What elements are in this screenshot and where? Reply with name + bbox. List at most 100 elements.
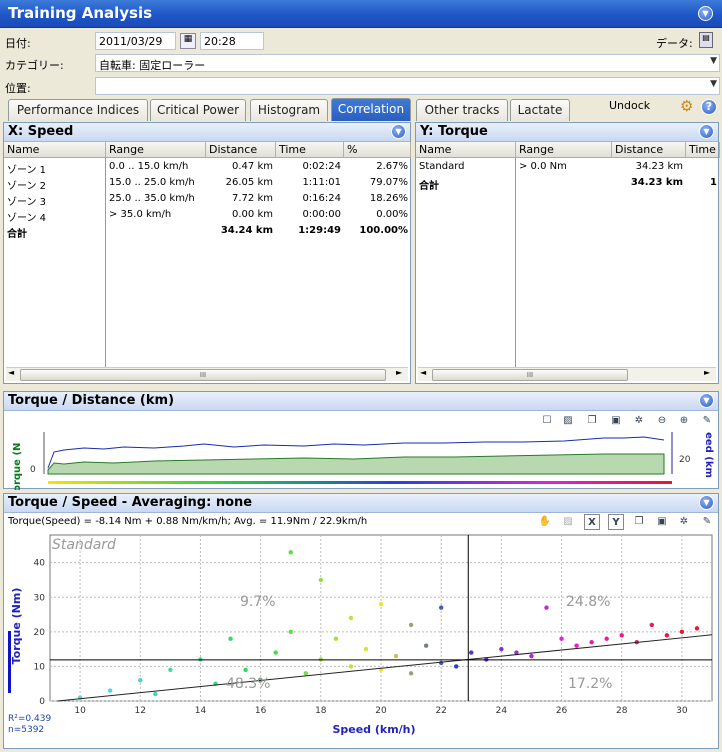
table-cell: 1:29:49: [298, 225, 341, 236]
table-row[interactable]: Standard > 0.0 Nm 34.23 km: [416, 159, 718, 175]
location-select[interactable]: ▼: [95, 77, 720, 95]
copy-icon[interactable]: ❐: [631, 514, 647, 530]
col-percent[interactable]: %: [344, 142, 411, 158]
data-point: [333, 636, 339, 641]
settings-icon[interactable]: ✲: [676, 514, 692, 530]
total-row[interactable]: 合計 34.24 km 1:29:49 100.00%: [4, 223, 410, 239]
table-cell: > 35.0 km/h: [109, 209, 172, 220]
x-tick-label: 18: [315, 706, 327, 716]
time-field[interactable]: 20:28: [200, 32, 264, 50]
x-tick-label: 20: [375, 706, 387, 716]
col-name[interactable]: Name: [4, 142, 106, 158]
y-axis-icon[interactable]: Y: [608, 514, 624, 530]
data-point: [243, 667, 248, 673]
tab-histogram[interactable]: Histogram: [250, 99, 328, 121]
tab-critical-power[interactable]: Critical Power: [150, 99, 246, 121]
zoom-in-icon[interactable]: ⊕: [676, 413, 692, 429]
scroll-right-icon[interactable]: ►: [396, 368, 402, 377]
table-row[interactable]: ゾーン 1 0.0 .. 15.0 km/h 0.47 km 0:02:24 2.67%: [4, 159, 410, 175]
x-horizontal-scrollbar[interactable]: ◄ III ►: [6, 367, 408, 381]
chart-icon[interactable]: ▨: [560, 514, 576, 530]
table-row[interactable]: ゾーン 2 15.0 .. 25.0 km/h 26.05 km 1:11:01 79.…: [4, 175, 410, 191]
gear-icon[interactable]: ⚙: [680, 97, 693, 115]
tab-other-tracks[interactable]: Other tracks: [416, 99, 508, 121]
quadrant-bottom-left: 48.3%: [226, 676, 270, 692]
data-point: [423, 643, 429, 648]
left-axis-label: Torque (N: [12, 443, 23, 490]
category-label: カテゴリー:: [5, 59, 64, 72]
panel-menu-icon[interactable]: ▼: [699, 495, 714, 510]
tab-performance-indices[interactable]: Performance Indices: [8, 99, 148, 121]
x-grid-header: Name Range Distance Time %: [4, 142, 411, 158]
col-range[interactable]: Range: [516, 142, 612, 158]
save-icon[interactable]: ▣: [654, 514, 670, 530]
tab-lactate[interactable]: Lactate: [510, 99, 570, 121]
zoom-out-icon[interactable]: ⊖: [654, 413, 670, 429]
collapse-icon[interactable]: ▼: [698, 6, 713, 21]
table-cell: 0.00 km: [232, 209, 273, 220]
table-cell: 34.23 km: [635, 161, 683, 172]
scroll-thumb[interactable]: III: [20, 369, 386, 381]
y-tick-label: 10: [34, 662, 46, 672]
left-tick: 0: [30, 465, 36, 475]
data-label: データ:: [656, 37, 693, 50]
right-tick: 20: [679, 455, 691, 465]
panel-menu-icon[interactable]: ▼: [391, 124, 406, 139]
chart-icon[interactable]: ▨: [560, 413, 576, 429]
corr-title-bar: Torque / Speed - Averaging: none ▼: [4, 494, 718, 513]
settings-icon[interactable]: ✲: [631, 413, 647, 429]
chevron-down-icon[interactable]: ▼: [710, 79, 717, 89]
col-time[interactable]: Time: [276, 142, 344, 158]
data-point: [604, 636, 609, 641]
col-distance[interactable]: Distance: [612, 142, 686, 158]
col-range[interactable]: Range: [106, 142, 206, 158]
table-cell: 0:00:00: [302, 209, 341, 220]
y-horizontal-scrollbar[interactable]: ◄ III ►: [418, 367, 716, 381]
y-panel-title-bar: Y: Torque ▼: [416, 123, 718, 142]
tab-correlation[interactable]: Correlation: [331, 98, 411, 121]
table-cell: 34.23 km: [630, 177, 683, 188]
col-distance[interactable]: Distance: [206, 142, 276, 158]
table-row[interactable]: ゾーン 3 25.0 .. 35.0 km/h 7.72 km 0:16:24 18.2…: [4, 191, 410, 207]
pin-icon[interactable]: ✎: [699, 514, 715, 530]
data-point: [664, 633, 670, 638]
scroll-right-icon[interactable]: ►: [704, 368, 710, 377]
y-grid-header: Name Range Distance Time: [416, 142, 720, 158]
pin-icon[interactable]: ✎: [699, 413, 715, 429]
date-field[interactable]: 2011/03/29: [95, 32, 176, 50]
grid-toggle-icon[interactable]: ☐: [539, 413, 555, 429]
data-device-icon[interactable]: ▤: [699, 32, 713, 48]
x-axis-title: Speed (km/h): [332, 723, 415, 736]
date-label: 日付:: [5, 37, 31, 50]
pan-hand-icon[interactable]: ✋: [537, 514, 553, 530]
x-axis-icon[interactable]: X: [584, 514, 600, 530]
regression-formula: Torque(Speed) = -8.14 Nm + 0.88 Nm/km/h;…: [8, 516, 368, 527]
panel-menu-icon[interactable]: ▼: [699, 393, 714, 408]
help-icon[interactable]: ?: [701, 99, 717, 115]
scroll-left-icon[interactable]: ◄: [8, 368, 14, 377]
save-icon[interactable]: ▣: [608, 413, 624, 429]
panel-menu-icon[interactable]: ▼: [699, 124, 714, 139]
col-name[interactable]: Name: [416, 142, 516, 158]
scroll-left-icon[interactable]: ◄: [420, 368, 426, 377]
undock-button[interactable]: Undock: [609, 99, 650, 112]
y-axis-title: Torque (Nm): [10, 588, 23, 665]
data-point: [619, 633, 624, 638]
column-divider: [105, 158, 106, 368]
table-cell: 15.0 .. 25.0 km/h: [109, 177, 195, 188]
x-speed-panel: X: Speed ▼ Name Range Distance Time % ゾーン…: [3, 122, 411, 384]
chevron-down-icon[interactable]: ▼: [710, 56, 717, 66]
total-row[interactable]: 合計 34.23 km 1: [416, 175, 718, 191]
y-axis-color-bar: [8, 631, 11, 693]
data-point: [228, 636, 233, 641]
col-time[interactable]: Time: [686, 142, 720, 158]
category-select[interactable]: 自転車: 固定ローラー ▼: [95, 54, 720, 72]
scroll-thumb[interactable]: III: [432, 369, 628, 381]
location-label: 位置:: [5, 82, 31, 95]
copy-icon[interactable]: ❐: [584, 413, 600, 429]
calendar-icon[interactable]: ▦: [180, 33, 196, 49]
table-cell: 25.0 .. 35.0 km/h: [109, 193, 195, 204]
table-row[interactable]: ゾーン 4 > 35.0 km/h 0.00 km 0:00:00 0.00%: [4, 207, 410, 223]
table-cell: ゾーン 3: [7, 197, 47, 207]
table-cell: ゾーン 2: [7, 181, 47, 191]
